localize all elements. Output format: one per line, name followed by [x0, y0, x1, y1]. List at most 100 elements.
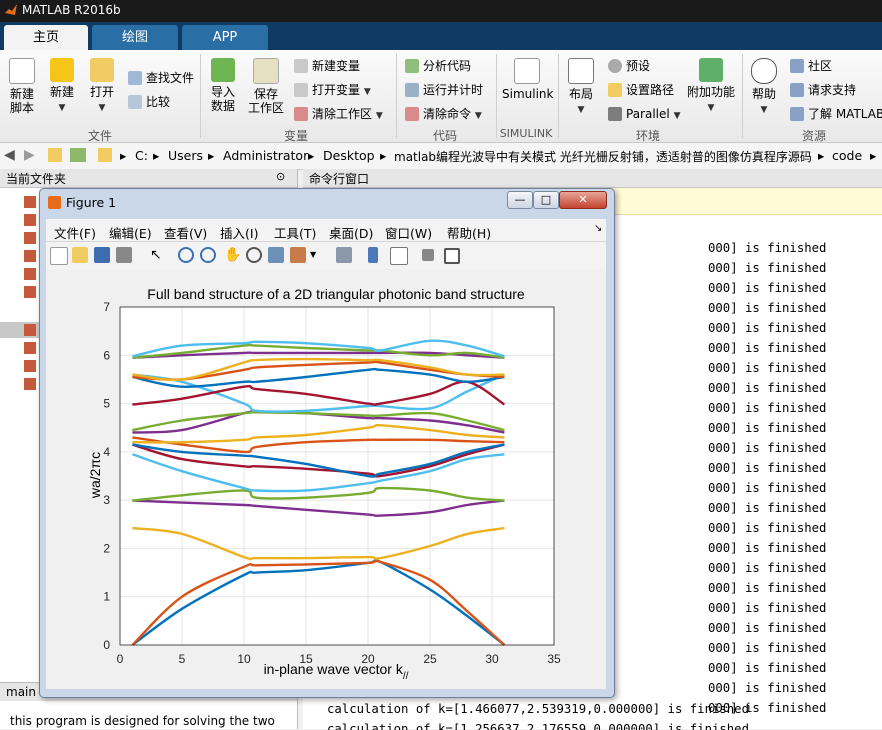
data-cursor-icon[interactable] [268, 247, 284, 263]
breadcrumb-item[interactable]: Users [168, 148, 203, 163]
command-line: 000] is finished [708, 521, 827, 535]
breadcrumb-item[interactable]: Desktop [323, 148, 375, 163]
tab-plots[interactable]: 绘图 [92, 25, 178, 50]
maximize-button[interactable]: □ [533, 191, 559, 209]
help-button[interactable]: 帮助 ▼ [748, 58, 780, 117]
find-files-button[interactable]: 查找文件 [128, 68, 194, 88]
close-button[interactable]: ✕ [559, 191, 607, 209]
new-figure-icon[interactable] [50, 247, 68, 265]
command-line: 000] is finished [708, 481, 827, 495]
add-ons-icon [699, 58, 723, 82]
request-support-label: 请求支持 [808, 83, 857, 97]
command-window-header: 命令行窗口 [303, 169, 882, 188]
save-workspace-label: 保存 工作区 [247, 87, 284, 115]
community-button[interactable]: 社区 [790, 56, 832, 76]
layout-label: 布局 [568, 87, 593, 101]
import-data-button[interactable]: 导入 数据 [206, 58, 240, 113]
layout-button[interactable]: 布局 ▼ [564, 58, 598, 117]
compare-button[interactable]: 比较 [128, 92, 170, 112]
tab-apps[interactable]: APP [182, 25, 268, 50]
print-icon[interactable] [116, 247, 132, 263]
file-icon[interactable] [24, 378, 36, 390]
up-folder-icon[interactable] [48, 148, 62, 162]
tab-home[interactable]: 主页 [4, 25, 88, 50]
request-support-button[interactable]: 请求支持 [790, 80, 856, 100]
new-button[interactable]: 新建 ▼ [46, 58, 78, 115]
breadcrumb-item[interactable]: code [832, 148, 862, 163]
open-file-icon[interactable] [72, 247, 88, 263]
save-icon[interactable] [94, 247, 110, 263]
clear-commands-button[interactable]: 清除命令 ▼ [405, 104, 482, 124]
analyze-code-button[interactable]: 分析代码 [405, 56, 471, 76]
file-icon[interactable] [24, 342, 36, 354]
file-icon[interactable] [24, 250, 36, 262]
breadcrumb-item[interactable]: matlab编程光波导中有关模式 光纤光栅反射铺，透适射普的图像仿真程序源码 [394, 148, 812, 165]
clear-workspace-button[interactable]: 清除工作区 ▼ [294, 104, 383, 124]
menu-edit[interactable]: 编辑(E) [109, 223, 152, 242]
figure-menubar: 文件(F) 编辑(E) 查看(V) 插入(I) 工具(T) 桌面(D) 窗口(W… [46, 219, 606, 242]
learn-matlab-button[interactable]: 了解 MATLAB [790, 104, 882, 124]
learn-icon [790, 107, 804, 121]
breadcrumb-sep: ▸ [308, 148, 315, 163]
parallel-icon [608, 107, 622, 121]
hide-plot-tools-icon[interactable] [422, 249, 434, 261]
colorbar-icon[interactable] [368, 247, 378, 263]
menu-help[interactable]: 帮助(H) [447, 223, 491, 242]
y-tick-label: 3 [103, 493, 110, 507]
menu-desktop[interactable]: 桌面(D) [329, 223, 373, 242]
show-plot-tools-icon[interactable] [444, 248, 460, 264]
address-bar: ◀ ▶ ▸ C: ▸ Users ▸ Administrator ▸ Deskt… [0, 143, 882, 170]
file-icon[interactable] [24, 196, 36, 208]
forward-arrow-icon[interactable]: ▶ [24, 147, 35, 163]
new-variable-button[interactable]: 新建变量 [294, 56, 360, 76]
link-plot-icon[interactable] [336, 247, 352, 263]
brush-icon[interactable] [290, 247, 306, 263]
run-and-time-button[interactable]: 运行并计时 [405, 80, 483, 100]
zoom-out-icon[interactable] [200, 247, 216, 263]
menu-window[interactable]: 窗口(W) [385, 223, 432, 242]
legend-icon[interactable] [390, 247, 408, 265]
save-workspace-button[interactable]: 保存 工作区 [246, 58, 286, 115]
menu-view[interactable]: 查看(V) [164, 223, 207, 242]
parallel-button[interactable]: Parallel ▼ [608, 104, 680, 124]
x-tick-label: 10 [237, 652, 251, 666]
file-icon[interactable] [24, 214, 36, 226]
file-icon[interactable] [24, 324, 36, 336]
zoom-in-icon[interactable] [178, 247, 194, 263]
add-ons-button[interactable]: 附加功能 ▼ [686, 58, 736, 115]
y-axis-label: wa/2πc [87, 452, 103, 499]
menu-insert[interactable]: 插入(I) [220, 223, 258, 242]
panel-menu-icon[interactable]: ⊙ [276, 170, 285, 183]
new-script-button[interactable]: 新建 脚本 [6, 58, 38, 115]
band-structure-plot[interactable]: 0 5 10 15 20 25 30 3501234567 Full band structu… [46, 269, 606, 689]
breadcrumb-item[interactable]: Administrator [223, 148, 308, 163]
brush-dropdown-icon[interactable]: ▼ [310, 247, 326, 263]
matlab-logo-icon [5, 4, 17, 15]
minimize-button[interactable]: — [507, 191, 533, 209]
dock-arrow-icon[interactable]: ↘ [594, 223, 602, 234]
file-icon[interactable] [24, 360, 36, 372]
file-icon[interactable] [24, 286, 36, 298]
group-separator [558, 54, 559, 138]
preferences-button[interactable]: 预设 [608, 56, 650, 76]
pointer-icon[interactable]: ↖ [150, 247, 166, 263]
simulink-button[interactable]: Simulink [502, 58, 553, 101]
breadcrumb-item[interactable]: C: [135, 148, 148, 163]
details-tab-main[interactable]: main [6, 685, 36, 699]
file-icon[interactable] [24, 232, 36, 244]
browse-folder-icon[interactable] [70, 148, 86, 162]
open-button[interactable]: 打开 ▼ [86, 58, 118, 115]
open-variable-button[interactable]: 打开变量 ▼ [294, 80, 371, 100]
y-tick-label: 5 [103, 397, 110, 411]
import-label: 导入 数据 [210, 85, 235, 113]
pan-hand-icon[interactable]: ✋ [224, 247, 241, 263]
run-and-time-label: 运行并计时 [423, 83, 484, 97]
menu-tools[interactable]: 工具(T) [274, 223, 316, 242]
compare-label: 比较 [146, 95, 171, 109]
back-arrow-icon[interactable]: ◀ [4, 147, 15, 163]
rotate-icon[interactable] [246, 247, 262, 263]
file-icon[interactable] [24, 268, 36, 280]
set-path-button[interactable]: 设置路径 [608, 80, 674, 100]
menu-file[interactable]: 文件(F) [54, 223, 96, 242]
command-line: calculation of k=[1.466077,2.539319,0.00… [327, 702, 749, 716]
